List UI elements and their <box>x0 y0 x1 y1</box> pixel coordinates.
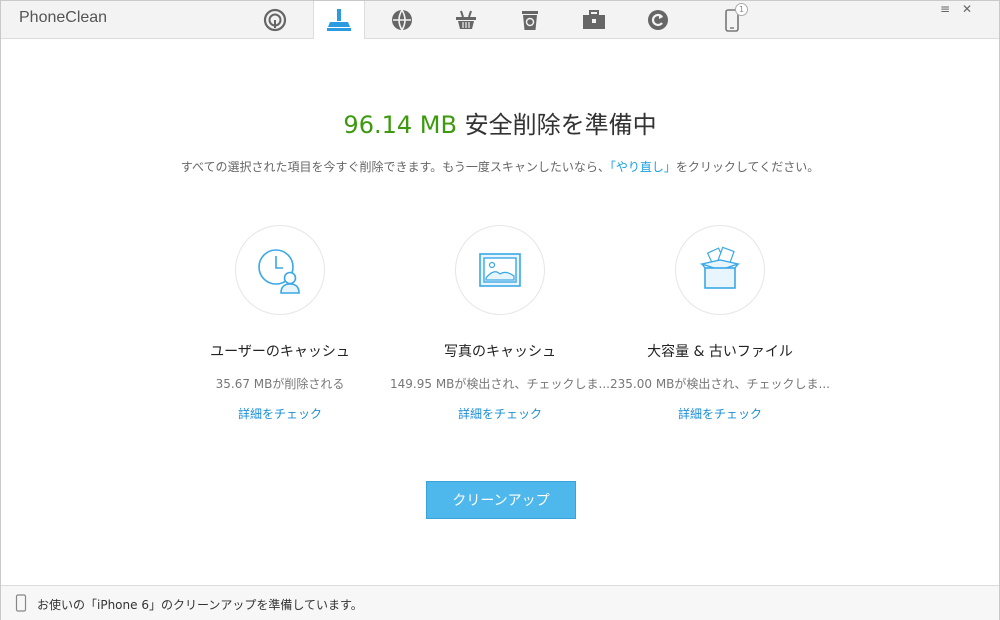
card-icon-circle <box>235 225 325 315</box>
card-stat: 235.00 MBが検出され、チェックしま... <box>610 377 830 391</box>
large-old-files-box-icon <box>699 246 741 289</box>
tab-toolbox[interactable] <box>569 1 619 38</box>
card-icon-circle <box>455 225 545 315</box>
toolbox-icon <box>583 9 605 29</box>
app-window: PhoneClean 1 ≡ ✕ 96.14 MB 安全削除を準備中 すべての選… <box>0 0 1000 620</box>
card-title: 写真のキャッシュ <box>444 344 556 360</box>
internet-globe-icon <box>392 9 412 30</box>
retry-link[interactable]: 「やり直し」 <box>610 160 676 174</box>
broom-clean-icon <box>327 9 351 31</box>
card-large-old-files: 大容量 & 古いファイル 235.00 MBが検出され、チェックしま... 詳細… <box>610 225 830 422</box>
description-text: すべての選択された項目を今すぐ削除できます。もう一度スキャンしたいなら、 <box>180 160 610 174</box>
page-title: 96.14 MB 安全削除を準備中 <box>1 105 999 140</box>
recycle-bin-icon <box>522 10 538 30</box>
description-tail: をクリックしてください。 <box>675 160 820 174</box>
fingerprint-scan-icon <box>263 8 287 31</box>
details-link[interactable]: 詳細をチェック <box>610 405 830 422</box>
user-cache-clock-icon <box>258 249 300 294</box>
tab-device[interactable]: 1 <box>707 1 757 38</box>
card-photo-cache: 写真のキャッシュ 149.95 MBが検出され、チェックしま... 詳細をチェッ… <box>390 225 610 422</box>
card-icon-circle <box>675 225 765 315</box>
card-user-cache: ユーザーのキャッシュ 35.67 MBが削除される 詳細をチェック <box>170 225 390 422</box>
headline-text: 安全削除を準備中 <box>456 111 657 139</box>
card-title: 大容量 & 古いファイル <box>647 344 793 360</box>
menu-icon[interactable]: ≡ <box>938 2 952 16</box>
description: すべての選択された項目を今すぐ削除できます。もう一度スキャンしたいなら、「やり直… <box>1 158 999 175</box>
title-bar: PhoneClean 1 ≡ ✕ <box>1 1 999 39</box>
tab-basket[interactable] <box>441 1 491 38</box>
phone-device-icon <box>15 594 27 612</box>
basket-icon <box>456 10 476 29</box>
restore-icon <box>648 9 668 30</box>
status-text: お使いの「iPhone 6」のクリーンアップを準備しています。 <box>37 598 363 612</box>
tab-restore[interactable] <box>633 1 683 38</box>
app-title: PhoneClean <box>19 9 108 26</box>
card-stat: 35.67 MBが削除される <box>215 377 345 391</box>
device-count-badge: 1 <box>735 3 748 16</box>
status-bar: お使いの「iPhone 6」のクリーンアップを準備しています。 <box>1 585 999 620</box>
tab-recycle[interactable] <box>505 1 555 38</box>
photo-cache-icon <box>479 253 521 287</box>
card-title: ユーザーのキャッシュ <box>210 344 350 360</box>
clean-size-value: 96.14 MB <box>343 111 457 139</box>
tab-scan[interactable] <box>250 1 300 38</box>
cleanup-button[interactable]: クリーンアップ <box>426 481 576 519</box>
tab-internet[interactable] <box>377 1 427 38</box>
details-link[interactable]: 詳細をチェック <box>170 405 390 422</box>
close-icon[interactable]: ✕ <box>960 2 974 16</box>
details-link[interactable]: 詳細をチェック <box>390 405 610 422</box>
tab-clean[interactable] <box>313 1 365 39</box>
card-stat: 149.95 MBが検出され、チェックしま... <box>390 377 610 391</box>
